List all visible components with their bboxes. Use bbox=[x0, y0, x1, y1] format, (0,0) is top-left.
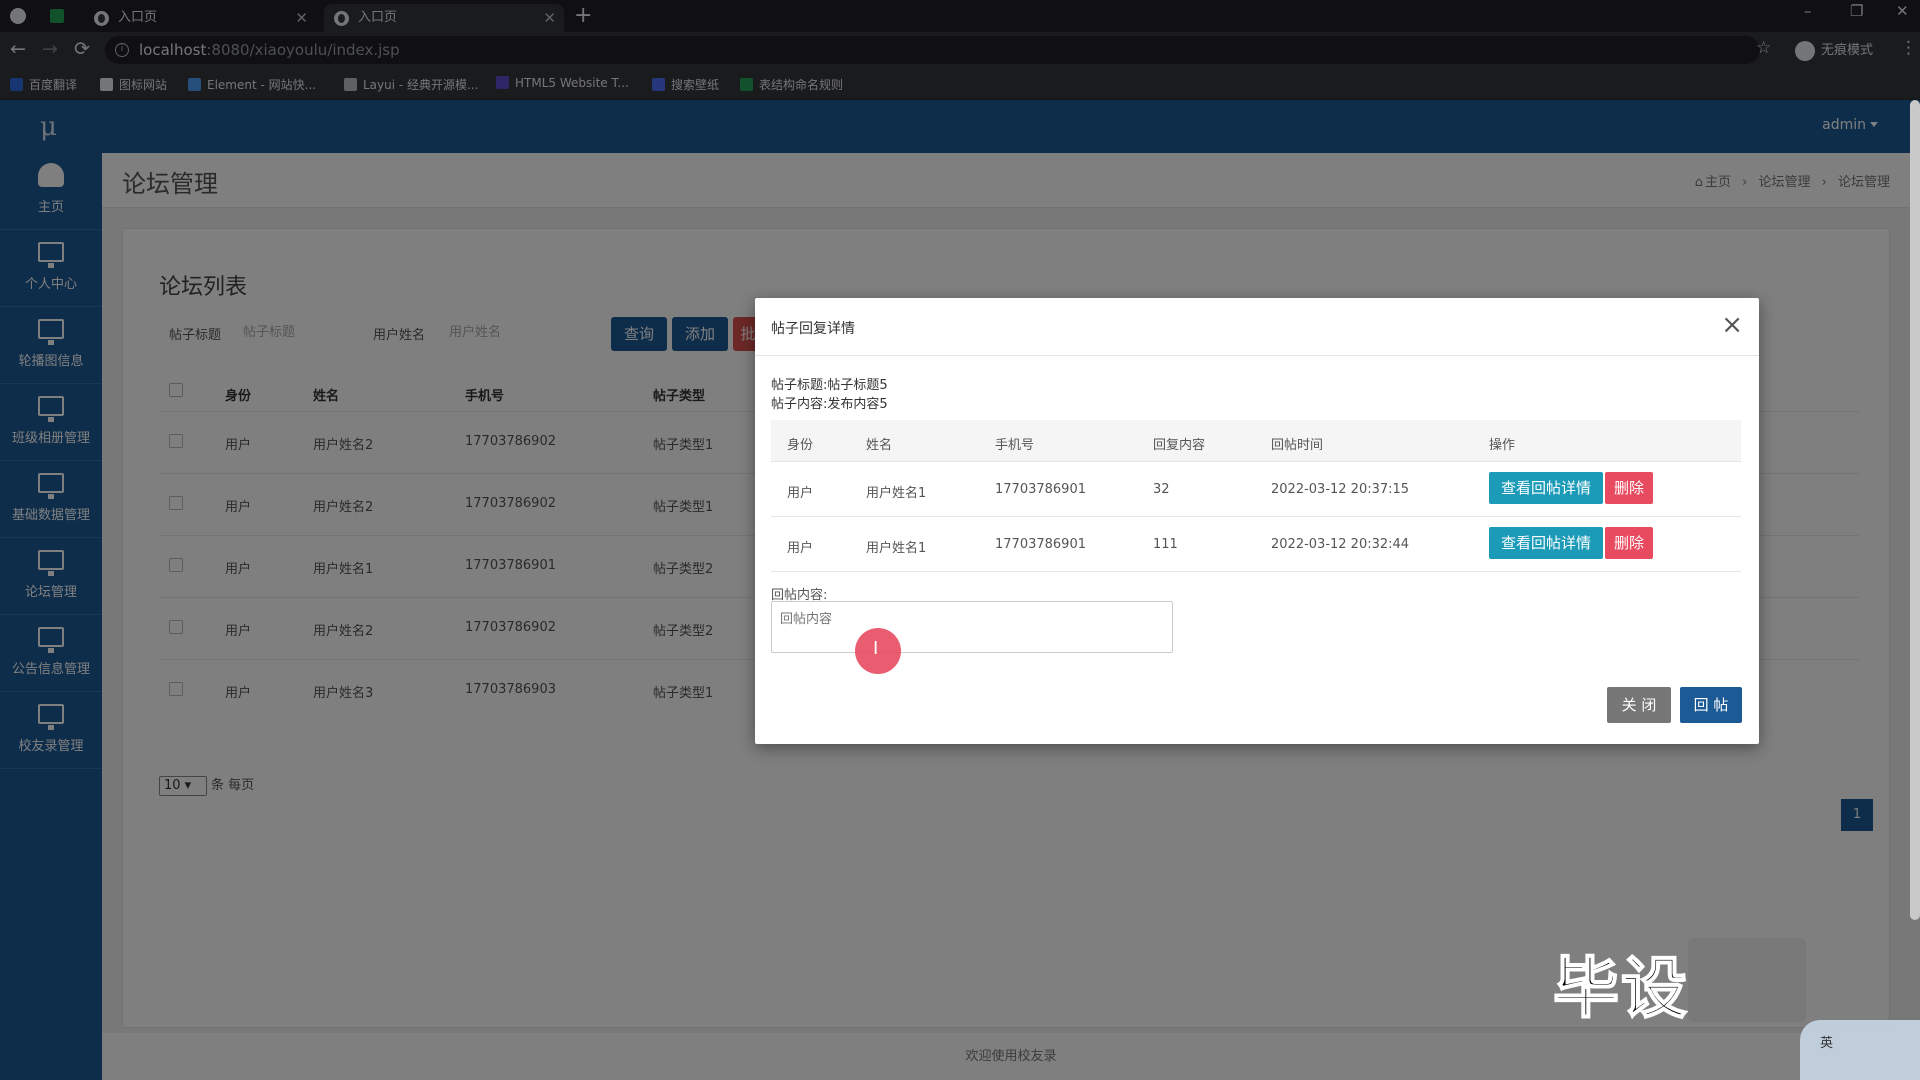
reply-row: 用户 用户姓名1 17703786901 32 2022-03-12 20:37… bbox=[771, 462, 1741, 517]
reply-detail-modal: 帖子回复详情 × 帖子标题:帖子标题5 帖子内容:发布内容5 身份 姓名 手机号… bbox=[755, 298, 1759, 744]
modal-title: 帖子回复详情 bbox=[771, 321, 855, 337]
column-header: 回复内容 bbox=[1153, 438, 1206, 453]
cell: 用户姓名1 bbox=[866, 541, 927, 556]
post-content-line: 帖子内容:发布内容5 bbox=[771, 397, 888, 412]
cell: 17703786901 bbox=[995, 537, 1086, 552]
cell: 用户姓名1 bbox=[866, 486, 927, 501]
view-reply-detail-button[interactable]: 查看回帖详情 bbox=[1489, 472, 1603, 504]
reply-content-textarea[interactable] bbox=[771, 601, 1173, 653]
column-header: 姓名 bbox=[866, 438, 893, 453]
delete-reply-button[interactable]: 删除 bbox=[1605, 527, 1653, 559]
cell: 17703786901 bbox=[995, 482, 1086, 497]
delete-reply-button[interactable]: 删除 bbox=[1605, 472, 1653, 504]
modal-close-icon[interactable]: × bbox=[1721, 310, 1743, 340]
page-scrollbar[interactable] bbox=[1910, 100, 1920, 920]
submit-reply-button[interactable]: 回 帖 bbox=[1680, 687, 1742, 723]
cell: 111 bbox=[1153, 537, 1178, 552]
reply-row: 用户 用户姓名1 17703786901 111 2022-03-12 20:3… bbox=[771, 517, 1741, 572]
cell: 2022-03-12 20:32:44 bbox=[1271, 537, 1410, 552]
text-cursor-icon: I bbox=[873, 638, 879, 659]
column-header: 回帖时间 bbox=[1271, 438, 1324, 453]
post-title-line: 帖子标题:帖子标题5 bbox=[771, 378, 888, 393]
blurred-region bbox=[1688, 938, 1806, 1022]
reply-table-header: 身份 姓名 手机号 回复内容 回帖时间 操作 bbox=[771, 420, 1741, 462]
column-header: 身份 bbox=[787, 438, 814, 453]
modal-header: 帖子回复详情 × bbox=[755, 298, 1759, 356]
cell: 用户 bbox=[787, 486, 814, 501]
modal-close-button[interactable]: 关 闭 bbox=[1607, 687, 1671, 723]
cell: 2022-03-12 20:37:15 bbox=[1271, 482, 1410, 497]
column-header: 手机号 bbox=[995, 438, 1035, 453]
watermark-text: 毕设 bbox=[1552, 949, 1689, 1028]
reply-table: 身份 姓名 手机号 回复内容 回帖时间 操作 用户 用户姓名1 17703786… bbox=[771, 420, 1741, 572]
cell: 用户 bbox=[787, 541, 814, 556]
column-header: 操作 bbox=[1489, 438, 1516, 453]
view-reply-detail-button[interactable]: 查看回帖详情 bbox=[1489, 527, 1603, 559]
ime-indicator[interactable]: 英 bbox=[1800, 1020, 1920, 1080]
cell: 32 bbox=[1153, 482, 1170, 497]
